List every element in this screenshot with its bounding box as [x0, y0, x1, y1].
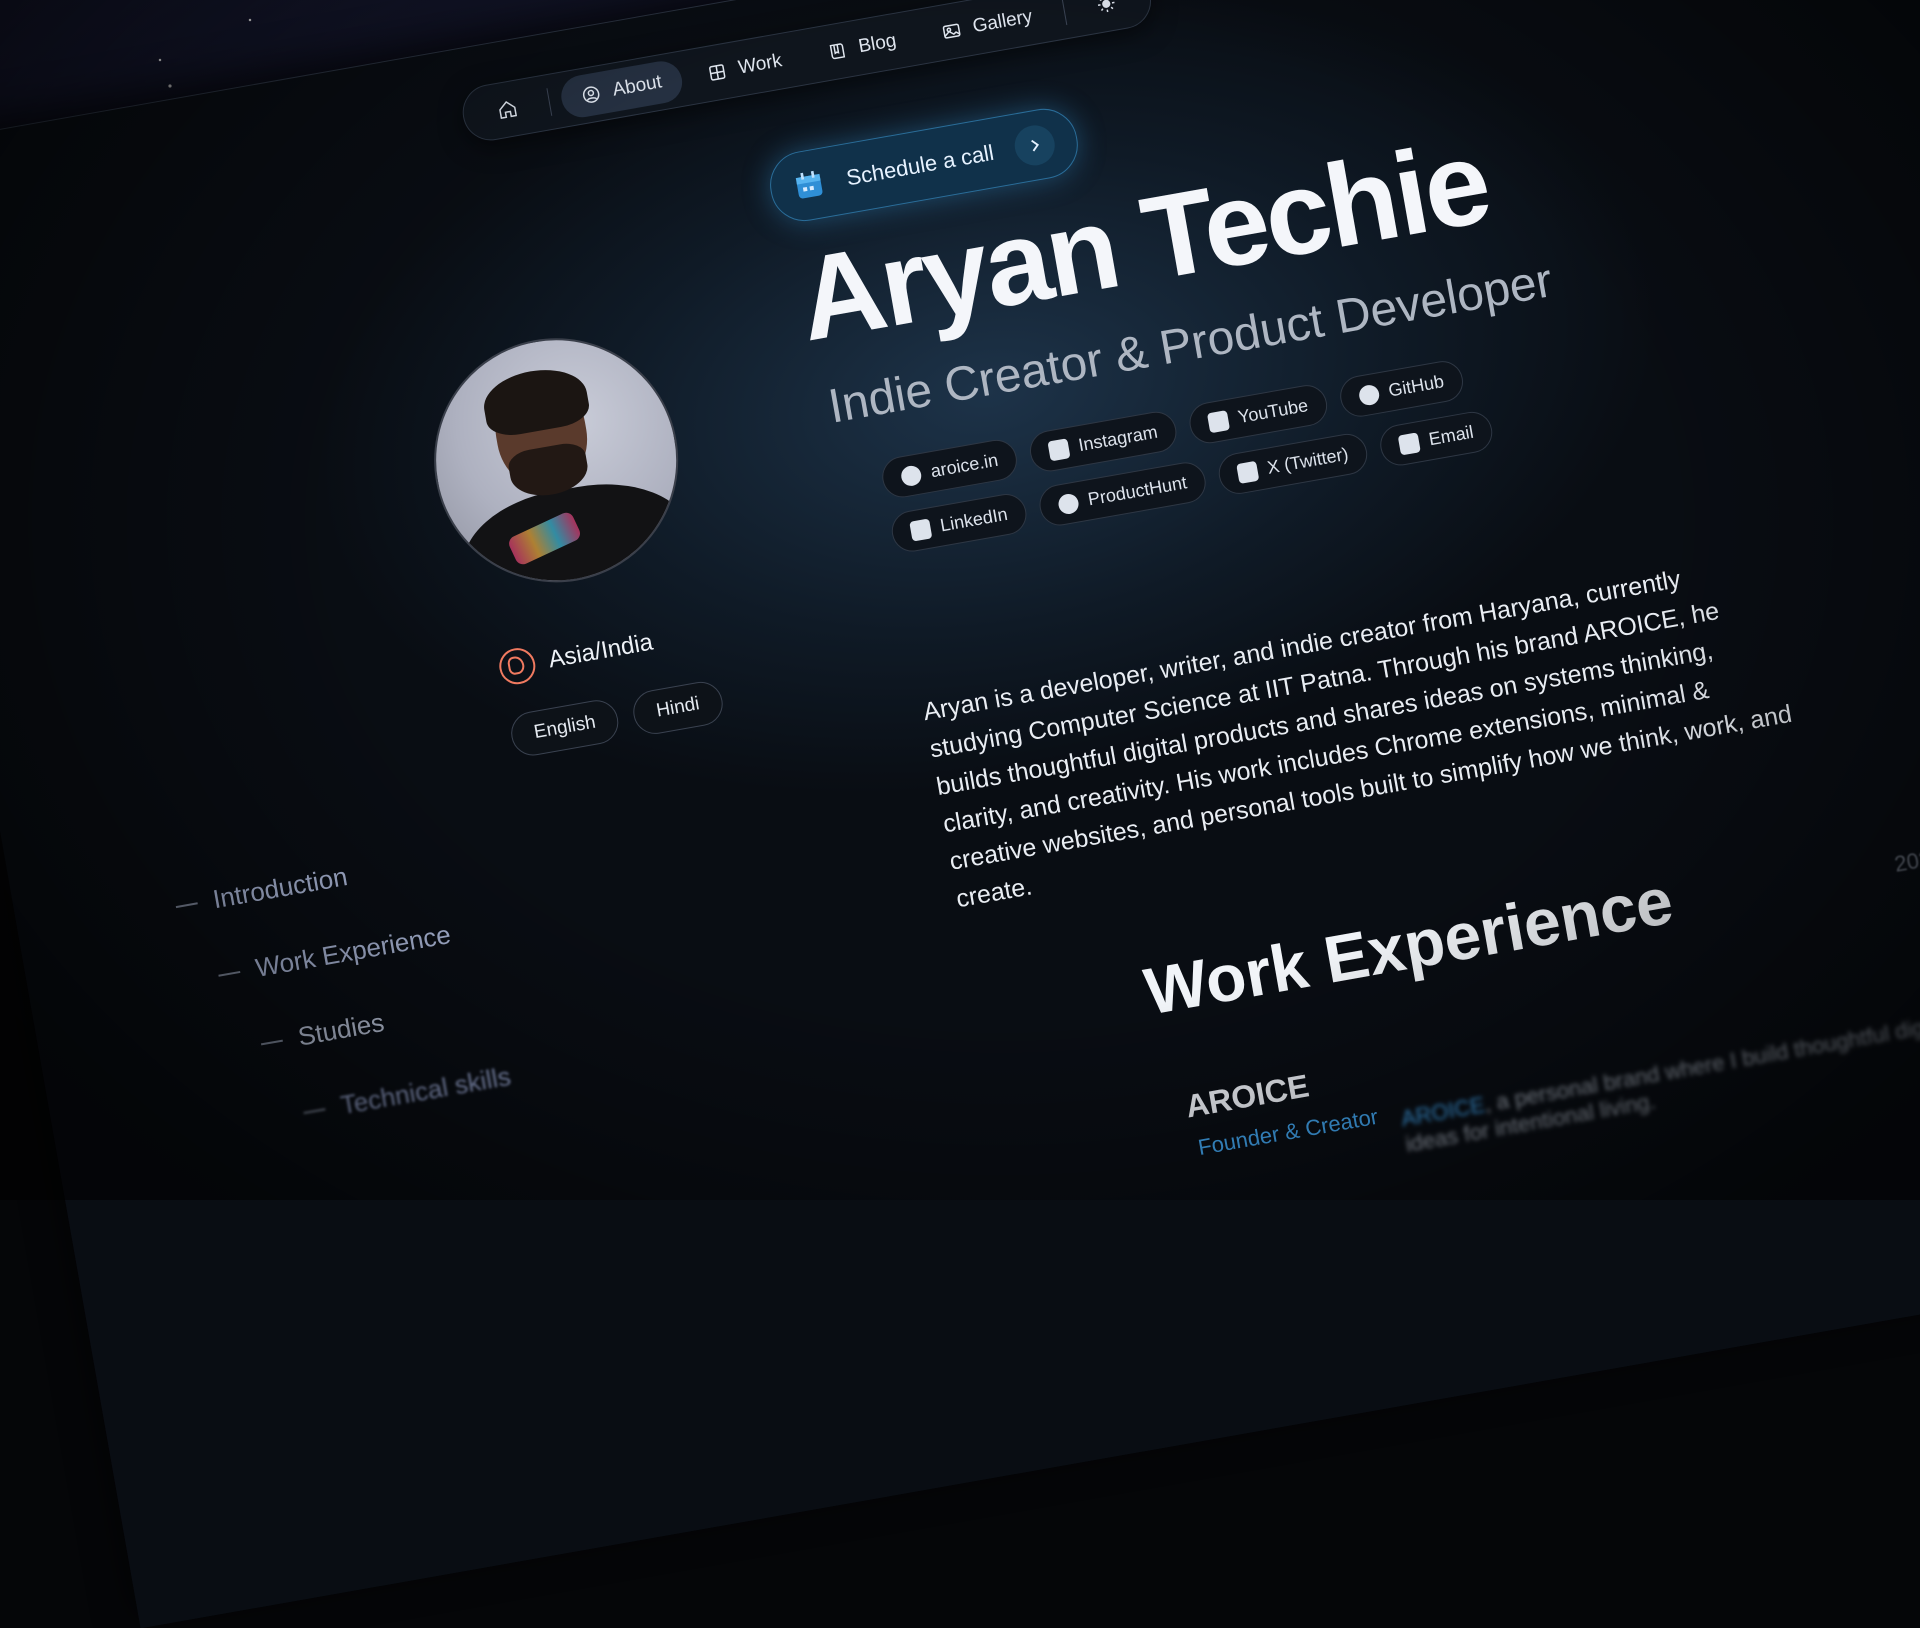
nav-blog-label: Blog — [856, 30, 898, 58]
toc-label: Work Experience — [253, 919, 453, 983]
bio-paragraph: Aryan is a developer, writer, and indie … — [921, 565, 1794, 914]
instagram-icon — [1047, 437, 1071, 461]
nav-about-label: About — [610, 71, 664, 101]
producthunt-icon — [1056, 491, 1081, 516]
screen: About Work Blog Gallery Schedule a call — [0, 0, 1920, 1628]
theme-toggle[interactable] — [1073, 0, 1139, 29]
link-label: LinkedIn — [938, 503, 1010, 536]
toc-label: Technical skills — [338, 1060, 513, 1121]
link-label: ProductHunt — [1086, 472, 1189, 510]
work-company: AROICE — [1182, 1067, 1312, 1125]
youtube-icon — [1206, 409, 1231, 433]
calendar-icon — [795, 170, 823, 199]
toc-studies[interactable]: Studies — [258, 987, 500, 1059]
link-github[interactable]: GitHub — [1336, 357, 1467, 420]
link-label: YouTube — [1236, 395, 1310, 428]
nav-gallery[interactable]: Gallery — [918, 0, 1055, 57]
link-youtube[interactable]: YouTube — [1186, 381, 1331, 447]
schedule-call-label: Schedule a call — [844, 139, 996, 191]
linkedin-icon — [909, 517, 933, 542]
nav-home[interactable] — [474, 85, 540, 135]
nav-work[interactable]: Work — [684, 37, 806, 99]
nav-blog[interactable]: Blog — [804, 17, 920, 77]
language-tag: Hindi — [630, 678, 726, 738]
image-icon — [942, 23, 961, 39]
toc-dash — [218, 970, 241, 977]
toc-work-experience[interactable]: Work Experience — [216, 913, 487, 990]
toc-technical-skills[interactable]: Technical skills — [301, 1061, 513, 1128]
link-twitter[interactable]: X (Twitter) — [1215, 430, 1371, 498]
timezone-label: Asia/India — [546, 628, 655, 674]
language-tag: English — [507, 696, 623, 759]
link-label: aroice.in — [929, 449, 1000, 482]
work-desc-text: , a personal brand where I build thought… — [1403, 989, 1920, 1157]
toc-dash — [303, 1107, 326, 1114]
link-instagram[interactable]: Instagram — [1026, 408, 1180, 475]
link-linkedin[interactable]: LinkedIn — [888, 490, 1030, 555]
toc-dash — [175, 901, 198, 908]
nav-divider — [1061, 0, 1068, 26]
nav-work-label: Work — [736, 50, 784, 79]
mail-icon — [1397, 431, 1421, 455]
nav-gallery-label: Gallery — [971, 6, 1034, 38]
section-title-work-experience: Work Experience — [1139, 862, 1679, 1029]
globe-icon — [496, 645, 539, 688]
work-description: AROICE, a personal brand where I build t… — [1399, 985, 1920, 1158]
nav-about[interactable]: About — [558, 58, 686, 121]
nav-divider — [546, 88, 553, 116]
avatar — [414, 318, 698, 602]
link-label: GitHub — [1386, 371, 1446, 401]
github-icon — [1357, 383, 1381, 407]
link-label: Instagram — [1076, 421, 1160, 456]
book-icon — [829, 43, 845, 60]
twitter-icon — [1236, 460, 1260, 484]
link-aroice[interactable]: aroice.in — [879, 436, 1021, 501]
toc-label: Introduction — [210, 861, 350, 915]
link-email[interactable]: Email — [1377, 408, 1496, 469]
grid-icon — [708, 64, 726, 81]
link-producthunt[interactable]: ProductHunt — [1036, 459, 1210, 529]
toc-dash — [260, 1039, 283, 1045]
sun-icon — [1097, 0, 1115, 13]
chevron-right-icon — [1011, 122, 1059, 169]
work-date: 2024 - Present — [1892, 827, 1920, 877]
toc-label: Studies — [295, 1006, 387, 1052]
home-icon — [499, 101, 518, 119]
toc-introduction[interactable]: Introduction — [173, 839, 474, 922]
globe-icon — [899, 463, 923, 487]
user-circle-icon — [582, 86, 600, 103]
language-tags: English Hindi — [507, 678, 726, 759]
link-label: Email — [1427, 421, 1475, 450]
timezone: Asia/India — [496, 625, 655, 688]
link-label: X (Twitter) — [1265, 443, 1350, 478]
table-of-contents: Introduction Work Experience Studies Tec… — [173, 839, 520, 1187]
